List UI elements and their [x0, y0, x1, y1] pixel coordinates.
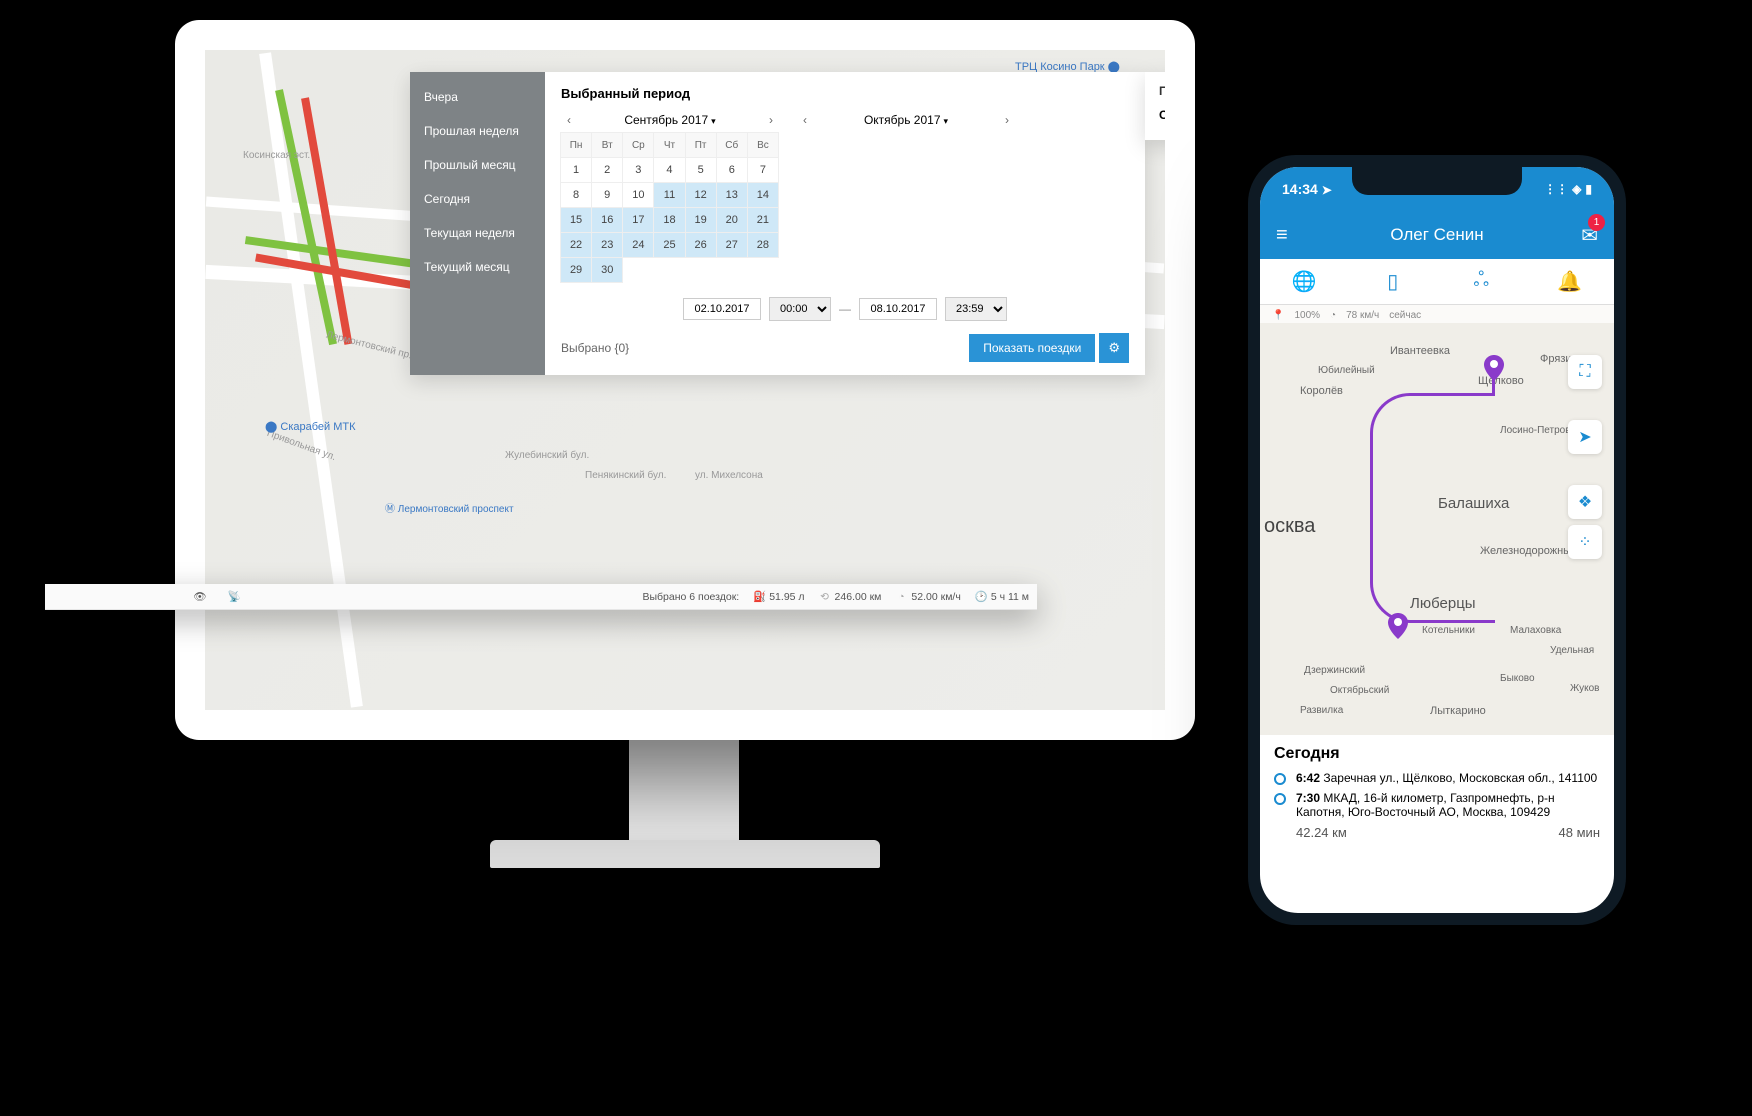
map-layers-icon[interactable]: ❖	[1568, 485, 1602, 519]
picker-presets: Вчера Прошлая неделя Прошлый месяц Сегод…	[410, 72, 545, 375]
city-label: Жуков	[1570, 683, 1599, 694]
trip-distance: 42.24 км	[1296, 825, 1347, 840]
location-icon: ➤	[1322, 183, 1332, 197]
location-pin-icon: 📍	[1272, 310, 1284, 321]
phone-screen: 14:34 ➤ ⋮⋮ ◈ ▮ ≡ Олег Сенин ✉ 1 🌐 ▯ ஃ 🔔 …	[1260, 167, 1614, 913]
city-label: Развилка	[1300, 705, 1343, 716]
time-from-select[interactable]: 00:00	[769, 297, 831, 321]
params-title: Параметры:	[1159, 84, 1165, 98]
show-trips-button[interactable]: Показать поездки	[969, 334, 1095, 362]
selected-trips-label: Выбрано 6 поездок:	[642, 591, 739, 603]
speed-icon: ◔	[895, 591, 907, 603]
gear-icon[interactable]: ⚙	[1099, 333, 1129, 363]
trip-end[interactable]: 7:30 МКАД, 16-й километр, Газпромнефть, …	[1274, 791, 1600, 819]
calendar-right: ‹ Октябрь 2017▾ ›	[797, 113, 1015, 283]
month-label[interactable]: Октябрь 2017▾	[813, 113, 999, 127]
city-label: Котельники	[1422, 625, 1475, 636]
city-label: Малаховка	[1510, 625, 1561, 636]
next-month-icon[interactable]: ›	[999, 113, 1015, 127]
trips-table: 👁 📡 Выбрано 6 поездок: ⛽51.95 л ⟲246.00 …	[45, 584, 1037, 610]
calendar-grid[interactable]: ПнВтСрЧтПтСбВс12345678910111213141516171…	[561, 133, 779, 283]
preset-yesterday[interactable]: Вчера	[410, 80, 545, 114]
city-label: Удельная	[1550, 645, 1594, 656]
city-label: Быково	[1500, 673, 1535, 684]
signal-icon: ⋮⋮	[1544, 182, 1568, 196]
date-from-input[interactable]	[683, 298, 761, 320]
notification-badge: 1	[1588, 214, 1605, 231]
desktop-monitor: Косинская эст. Лермонтовский пр. Приволь…	[175, 20, 1195, 740]
today-heading: Сегодня	[1274, 745, 1600, 763]
map-poi[interactable]: ⬤ Скарабей МТК	[265, 420, 356, 433]
city-moscow: осква	[1264, 515, 1315, 538]
city-label: Королёв	[1300, 385, 1343, 397]
date-range-picker: Вчера Прошлая неделя Прошлый месяц Сегод…	[410, 72, 1145, 375]
trip-dot-icon	[1274, 793, 1286, 805]
metro-station[interactable]: Ⓜ Лермонтовский проспект	[385, 500, 514, 515]
range-dash: —	[839, 302, 851, 316]
street-label: ул. Михелсона	[695, 470, 763, 481]
phone-map[interactable]: 📍 100% ◔ 78 км/ч сейчас осква Балашиха Л…	[1260, 305, 1614, 735]
preset-last-week[interactable]: Прошлая неделя	[410, 114, 545, 148]
trip-summary-panel: Сегодня 6:42 Заречная ул., Щёлково, Моск…	[1260, 735, 1614, 850]
eye-icon[interactable]: 👁	[183, 590, 217, 603]
month-label[interactable]: Сентябрь 2017▾	[577, 113, 763, 127]
date-to-input[interactable]	[859, 298, 937, 320]
map-fit-icon[interactable]: ⛶	[1568, 355, 1602, 389]
city-label: Ивантеевка	[1390, 345, 1450, 357]
tab-list[interactable]: ▯	[1349, 259, 1438, 304]
street-label: Лермонтовский пр.	[325, 330, 413, 362]
mobile-phone: 14:34 ➤ ⋮⋮ ◈ ▮ ≡ Олег Сенин ✉ 1 🌐 ▯ ஃ 🔔 …	[1248, 155, 1626, 925]
street-label: Пенякинский бул.	[585, 470, 666, 481]
monitor-stand-neck	[629, 740, 739, 850]
city-label: Октябрьский	[1330, 685, 1389, 696]
preset-this-month[interactable]: Текущий месяц	[410, 250, 545, 284]
tab-route[interactable]: ஃ	[1437, 259, 1526, 304]
color-mode-title: Способ раскраски:	[1159, 108, 1165, 122]
street-label: Жулебинский бул.	[505, 450, 589, 461]
trip-dot-icon	[1274, 773, 1286, 785]
clock-icon: 🕑	[975, 590, 987, 603]
fuel-icon: ⛽	[753, 590, 765, 603]
trip-duration: 48 мин	[1559, 825, 1600, 840]
time-to-select[interactable]: 23:59	[945, 297, 1007, 321]
preset-last-month[interactable]: Прошлый месяц	[410, 148, 545, 182]
prev-month-icon[interactable]: ‹	[797, 113, 813, 127]
city-label: Лыткарино	[1430, 705, 1486, 717]
tab-bell[interactable]: 🔔	[1526, 259, 1615, 304]
map-pin-start[interactable]	[1484, 355, 1504, 381]
monitor-screen: Косинская эст. Лермонтовский пр. Приволь…	[205, 50, 1165, 710]
wifi-icon: ◈	[1572, 182, 1581, 196]
calendar-left: ‹ Сентябрь 2017▾ › ПнВтСрЧтПтСбВс1234567…	[561, 113, 779, 283]
map-pin-end[interactable]	[1388, 613, 1408, 639]
preset-this-week[interactable]: Текущая неделя	[410, 216, 545, 250]
prev-month-icon[interactable]: ‹	[561, 113, 577, 127]
app-header: ≡ Олег Сенин ✉ 1	[1260, 211, 1614, 259]
city-label: Юбилейный	[1318, 365, 1375, 376]
trip-start[interactable]: 6:42 Заречная ул., Щёлково, Московская о…	[1274, 771, 1600, 785]
tab-globe[interactable]: 🌐	[1260, 259, 1349, 304]
distance-icon: ⟲	[819, 591, 831, 603]
city-label: Фрязи	[1540, 353, 1572, 365]
street-label: Привольная ул.	[265, 428, 337, 463]
picker-title: Выбранный период	[561, 86, 1129, 101]
street-label: Косинская эст.	[243, 150, 310, 161]
trips-header: 👁 📡 Выбрано 6 поездок: ⛽51.95 л ⟲246.00 …	[45, 584, 1037, 610]
monitor-stand-base	[490, 840, 880, 868]
phone-notch	[1352, 167, 1522, 195]
satellite-icon[interactable]: 📡	[217, 590, 251, 603]
map-settings-icon[interactable]: ⁘	[1568, 525, 1602, 559]
battery-icon: ▮	[1585, 182, 1592, 196]
preset-today[interactable]: Сегодня	[410, 182, 545, 216]
speed-dial-icon: ◔	[1330, 310, 1336, 321]
selected-count: Выбрано {0}	[561, 341, 969, 355]
params-panel: ✕ Параметры: Способ раскраски:	[1145, 72, 1165, 140]
next-month-icon[interactable]: ›	[763, 113, 779, 127]
tab-bar: 🌐 ▯ ஃ 🔔	[1260, 259, 1614, 305]
map-locate-icon[interactable]: ➤	[1568, 420, 1602, 454]
user-name: Олег Сенин	[1260, 225, 1614, 245]
city-label: Дзержинский	[1304, 665, 1365, 676]
